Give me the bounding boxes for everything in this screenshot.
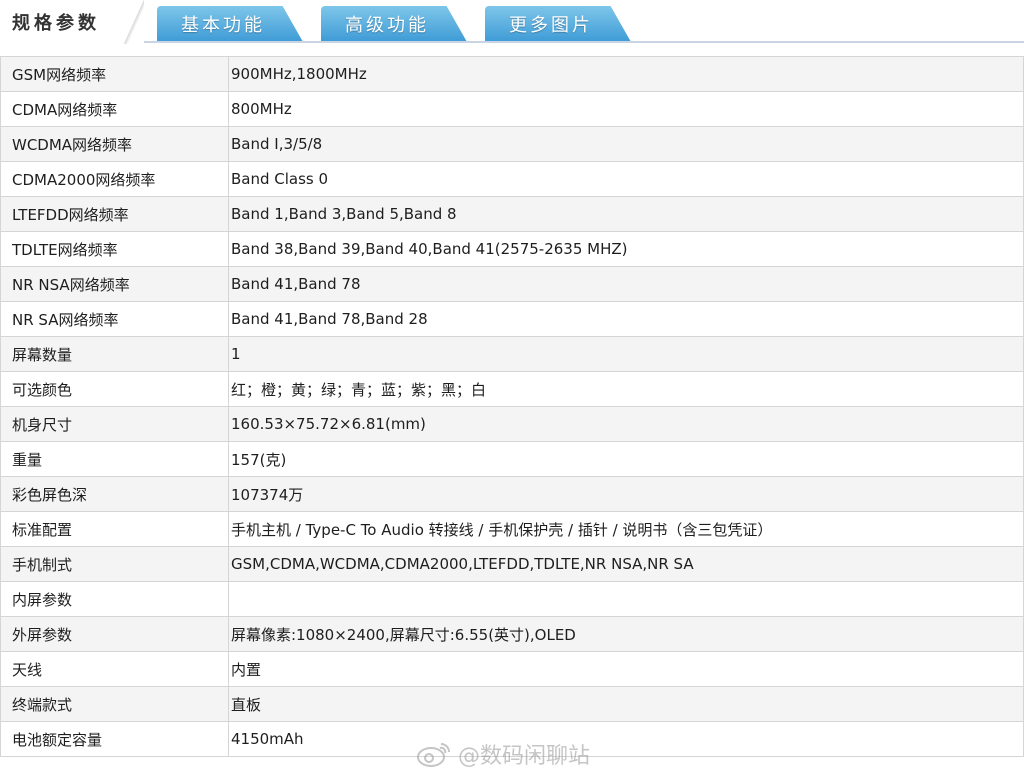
spec-value: 800MHz bbox=[228, 91, 1024, 127]
spec-label: 手机制式 bbox=[0, 546, 229, 582]
weibo-icon bbox=[416, 740, 452, 768]
spec-label: LTEFDD网络频率 bbox=[0, 196, 229, 232]
spec-label: CDMA2000网络频率 bbox=[0, 161, 229, 197]
spec-value: Band 38,Band 39,Band 40,Band 41(2575-263… bbox=[228, 231, 1024, 267]
table-row: 重量 157(克) bbox=[0, 441, 1024, 477]
spec-value: Band I,3/5/8 bbox=[228, 126, 1024, 162]
tab-advanced-features[interactable]: 高级功能 bbox=[321, 6, 467, 42]
spec-label: 外屏参数 bbox=[0, 616, 229, 652]
spec-label: 内屏参数 bbox=[0, 581, 229, 617]
table-row: NR SA网络频率 Band 41,Band 78,Band 28 bbox=[0, 301, 1024, 337]
tab-bar: 规格参数 基本功能 高级功能 更多图片 bbox=[0, 0, 1024, 44]
spec-table: GSM网络频率 900MHz,1800MHz CDMA网络频率 800MHz WCDMA… bbox=[0, 56, 1024, 757]
tab-corner-fold bbox=[124, 0, 144, 44]
table-row: GSM网络频率 900MHz,1800MHz bbox=[0, 56, 1024, 92]
tab-advanced-features-label: 高级功能 bbox=[345, 15, 429, 36]
tab-basic-features[interactable]: 基本功能 bbox=[157, 6, 303, 42]
table-row: WCDMA网络频率 Band I,3/5/8 bbox=[0, 126, 1024, 162]
tab-more-images-label: 更多图片 bbox=[509, 15, 593, 36]
spec-value: Band 41,Band 78,Band 28 bbox=[228, 301, 1024, 337]
spec-label: 标准配置 bbox=[0, 511, 229, 547]
spec-value: 157(克) bbox=[228, 441, 1024, 477]
spec-label: 彩色屏色深 bbox=[0, 476, 229, 512]
spec-label: NR NSA网络频率 bbox=[0, 266, 229, 302]
spec-label: GSM网络频率 bbox=[0, 56, 229, 92]
table-row: 标准配置 手机主机 / Type-C To Audio 转接线 / 手机保护壳 /… bbox=[0, 511, 1024, 547]
spec-label: 电池额定容量 bbox=[0, 721, 229, 757]
table-row: 屏幕数量 1 bbox=[0, 336, 1024, 372]
spec-value: 107374万 bbox=[228, 476, 1024, 512]
spec-value: Band 41,Band 78 bbox=[228, 266, 1024, 302]
tab-more-images[interactable]: 更多图片 bbox=[485, 6, 631, 42]
spec-value: 900MHz,1800MHz bbox=[228, 56, 1024, 92]
table-row: 手机制式 GSM,CDMA,WCDMA,CDMA2000,LTEFDD,TDLTE… bbox=[0, 546, 1024, 582]
spec-value: Band 1,Band 3,Band 5,Band 8 bbox=[228, 196, 1024, 232]
spec-value: Band Class 0 bbox=[228, 161, 1024, 197]
tab-basic-features-label: 基本功能 bbox=[181, 15, 265, 36]
spec-label: WCDMA网络频率 bbox=[0, 126, 229, 162]
spec-label: CDMA网络频率 bbox=[0, 91, 229, 127]
table-row: CDMA网络频率 800MHz bbox=[0, 91, 1024, 127]
watermark-text: @数码闲聊站 bbox=[458, 744, 591, 769]
spec-label: 可选颜色 bbox=[0, 371, 229, 407]
table-row: LTEFDD网络频率 Band 1,Band 3,Band 5,Band 8 bbox=[0, 196, 1024, 232]
tab-specs[interactable]: 规格参数 bbox=[0, 0, 144, 44]
table-row: 天线 内置 bbox=[0, 651, 1024, 687]
spec-label: NR SA网络频率 bbox=[0, 301, 229, 337]
spec-label: TDLTE网络频率 bbox=[0, 231, 229, 267]
spec-value: 内置 bbox=[228, 651, 1024, 687]
spec-value: 1 bbox=[228, 336, 1024, 372]
table-row: 可选颜色 红；橙；黄；绿；青；蓝；紫；黑；白 bbox=[0, 371, 1024, 407]
spec-label: 重量 bbox=[0, 441, 229, 477]
table-row: 彩色屏色深 107374万 bbox=[0, 476, 1024, 512]
table-row: 机身尺寸 160.53×75.72×6.81(mm) bbox=[0, 406, 1024, 442]
spec-label: 机身尺寸 bbox=[0, 406, 229, 442]
table-row: CDMA2000网络频率 Band Class 0 bbox=[0, 161, 1024, 197]
tab-specs-label: 规格参数 bbox=[12, 13, 100, 34]
table-row: 终端款式 直板 bbox=[0, 686, 1024, 722]
table-row: TDLTE网络频率 Band 38,Band 39,Band 40,Band 41… bbox=[0, 231, 1024, 267]
spec-value bbox=[228, 581, 1024, 617]
spec-label: 屏幕数量 bbox=[0, 336, 229, 372]
spec-value: 直板 bbox=[228, 686, 1024, 722]
spec-value: 红；橙；黄；绿；青；蓝；紫；黑；白 bbox=[228, 371, 1024, 407]
table-row: NR NSA网络频率 Band 41,Band 78 bbox=[0, 266, 1024, 302]
spec-value: 手机主机 / Type-C To Audio 转接线 / 手机保护壳 / 插针 … bbox=[228, 511, 1024, 547]
table-row: 外屏参数 屏幕像素:1080×2400,屏幕尺寸:6.55(英寸),OLED bbox=[0, 616, 1024, 652]
spec-label: 终端款式 bbox=[0, 686, 229, 722]
table-row: 内屏参数 bbox=[0, 581, 1024, 617]
spec-value: 屏幕像素:1080×2400,屏幕尺寸:6.55(英寸),OLED bbox=[228, 616, 1024, 652]
spec-table-body: GSM网络频率 900MHz,1800MHz CDMA网络频率 800MHz WCDMA… bbox=[0, 56, 1024, 757]
spec-label: 天线 bbox=[0, 651, 229, 687]
watermark: @数码闲聊站 bbox=[416, 738, 590, 770]
spec-value: 160.53×75.72×6.81(mm) bbox=[228, 406, 1024, 442]
spec-value: GSM,CDMA,WCDMA,CDMA2000,LTEFDD,TDLTE,NR … bbox=[228, 546, 1024, 582]
tab-bar-divider bbox=[0, 41, 1024, 43]
spec-value: 4150mAh bbox=[228, 721, 1024, 757]
